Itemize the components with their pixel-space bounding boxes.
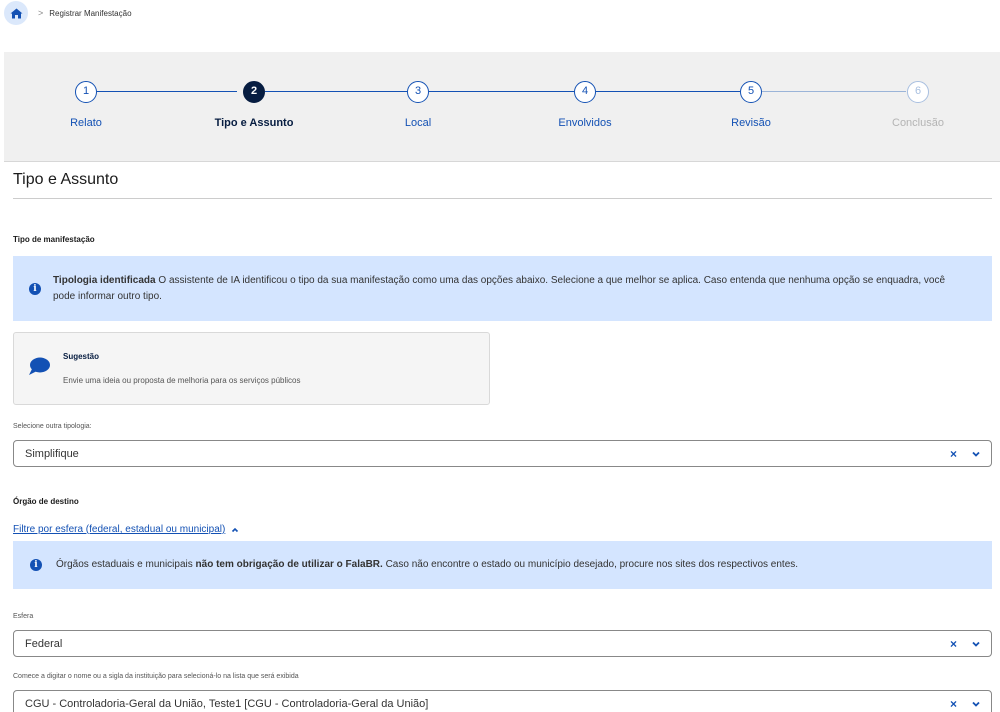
esfera-info-post: Caso não encontre o estado ou município … — [382, 559, 799, 570]
home-icon — [10, 8, 22, 18]
progress-stepper: 1 Relato 2 Tipo e Assunto 3 Local 4 Envo… — [4, 52, 1000, 162]
tipologia-info-body: O assistente de IA identificou o tipo da… — [53, 274, 946, 302]
chevron-down-icon[interactable] — [971, 699, 981, 709]
esfera-select[interactable]: Federal × — [13, 630, 992, 657]
chevron-down-icon[interactable] — [971, 639, 981, 649]
step-conclusao: 6 Conclusão — [858, 81, 978, 129]
institution-value: CGU - Controladoria-Geral da União, Test… — [25, 698, 429, 710]
step-number: 3 — [407, 81, 429, 103]
step-relato[interactable]: 1 Relato — [26, 81, 146, 129]
step-tipo-assunto[interactable]: 2 Tipo e Assunto — [194, 81, 314, 129]
info-icon: i — [30, 559, 42, 571]
step-local[interactable]: 3 Local — [358, 81, 478, 129]
clear-icon[interactable]: × — [950, 447, 957, 461]
divider — [13, 198, 992, 199]
breadcrumb-separator: > — [38, 8, 44, 18]
home-button[interactable] — [4, 1, 28, 25]
chevron-up-icon[interactable] — [231, 527, 239, 533]
step-envolvidos[interactable]: 4 Envolvidos — [525, 81, 645, 129]
esfera-info-pre: Órgãos estaduais e municipais — [56, 559, 196, 570]
breadcrumb-current: Registrar Manifestação — [49, 8, 132, 18]
other-type-label: Selecione outra tipologia: — [13, 423, 92, 430]
breadcrumb: > Registrar Manifestação — [0, 0, 1000, 26]
step-label: Conclusão — [892, 117, 944, 129]
tipologia-info-bold: Tipologia identificada — [53, 274, 156, 286]
step-label: Relato — [70, 117, 102, 129]
institution-select[interactable]: CGU - Controladoria-Geral da União, Test… — [13, 690, 992, 712]
step-label: Envolvidos — [558, 117, 612, 129]
esfera-info-text: Órgãos estaduais e municipais não tem ob… — [56, 557, 798, 573]
step-revisao[interactable]: 5 Revisão — [691, 81, 811, 129]
chevron-down-icon[interactable] — [971, 449, 981, 459]
other-type-value: Simplifique — [25, 448, 79, 460]
esfera-info-alert: i Órgãos estaduais e municipais não tem … — [13, 541, 992, 589]
tipologia-info-alert: i Tipologia identificada O assistente de… — [13, 256, 992, 321]
step-label: Tipo e Assunto — [214, 117, 294, 129]
other-type-select[interactable]: Simplifique × — [13, 440, 992, 467]
step-label: Local — [404, 117, 432, 129]
esfera-label: Esfera — [13, 613, 34, 620]
esfera-filter-link[interactable]: Filtre por esfera (federal, estadual ou … — [13, 524, 225, 535]
institution-label: Comece a digitar o nome ou a sigla da in… — [13, 673, 299, 680]
tipologia-info-text: Tipologia identificada O assistente de I… — [53, 273, 962, 305]
page-title: Tipo e Assunto — [13, 171, 119, 188]
info-icon: i — [29, 282, 41, 295]
suggestion-description: Envie uma ideia ou proposta de melhoria … — [63, 376, 301, 385]
esfera-filter-toggle[interactable]: Filtre por esfera (federal, estadual ou … — [13, 524, 239, 535]
step-number: 2 — [243, 81, 265, 103]
orgao-section-label: Órgão de destino — [13, 497, 79, 506]
step-number: 6 — [907, 81, 929, 103]
step-number: 1 — [75, 81, 97, 103]
speech-bubble-icon — [29, 357, 50, 375]
step-label: Revisão — [731, 117, 771, 129]
tipo-section-label: Tipo de manifestação — [13, 235, 95, 244]
step-number: 5 — [740, 81, 762, 103]
esfera-info-bold: não tem obrigação de utilizar o FalaBR. — [195, 559, 383, 570]
clear-icon[interactable]: × — [950, 697, 957, 711]
esfera-value: Federal — [25, 638, 63, 650]
suggestion-type-card[interactable]: Sugestão Envie uma ideia ou proposta de … — [13, 332, 490, 405]
step-number: 4 — [574, 81, 596, 103]
suggestion-title: Sugestão — [63, 352, 100, 361]
clear-icon[interactable]: × — [950, 637, 957, 651]
